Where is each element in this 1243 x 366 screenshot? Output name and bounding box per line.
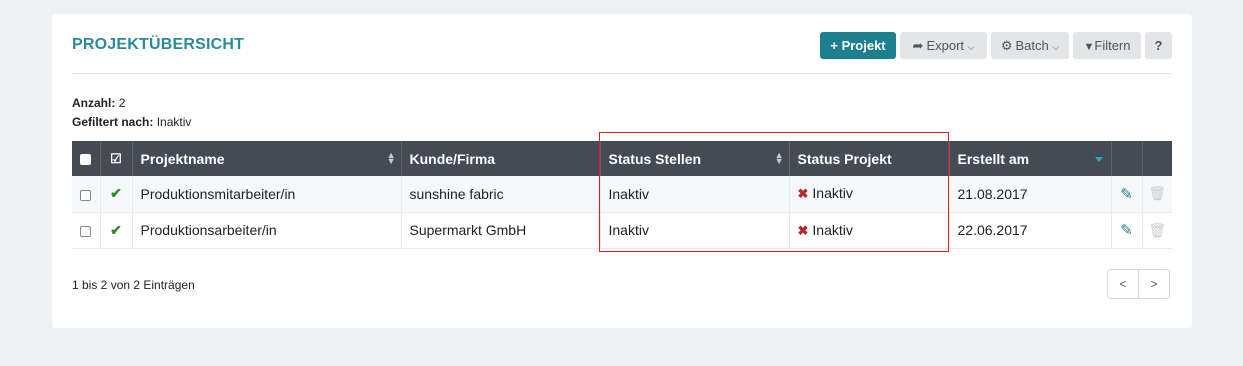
chevron-down-icon: ⌵ bbox=[967, 42, 975, 52]
cell-erstellt: 21.08.2017 bbox=[949, 176, 1112, 212]
cell-erstellt: 22.06.2017 bbox=[949, 212, 1112, 248]
next-page-button[interactable]: > bbox=[1138, 269, 1170, 299]
column-header-kunde[interactable]: Kunde/Firma bbox=[401, 141, 601, 176]
checkmark-icon: ✔ bbox=[110, 221, 122, 238]
status-check-header: ☑ bbox=[100, 141, 133, 176]
edit-cell: ✎ bbox=[1111, 212, 1143, 248]
checkmark-icon: ✔ bbox=[110, 185, 122, 202]
filter-icon: ▼ bbox=[1083, 41, 1095, 53]
sort-desc-icon bbox=[1094, 157, 1103, 162]
sort-icon: ▲ ▼ bbox=[774, 150, 784, 166]
new-project-button[interactable]: + Projekt bbox=[820, 32, 896, 59]
row-checkbox[interactable] bbox=[80, 225, 92, 237]
table-row[interactable]: ✔ Produktionsmitarbeiter/in sunshine fab… bbox=[72, 176, 1172, 212]
help-button[interactable]: ? bbox=[1145, 32, 1172, 59]
x-mark-icon: ✖ bbox=[797, 186, 809, 202]
pagination-info: 1 bis 2 von 2 Einträgen bbox=[72, 278, 195, 292]
active-cell: ✔ bbox=[100, 176, 133, 212]
cell-status-stellen: Inaktiv bbox=[600, 176, 790, 212]
select-all-checkbox[interactable] bbox=[80, 154, 92, 166]
column-header-erstellt[interactable]: Erstellt am bbox=[949, 141, 1112, 176]
status-projekt-value: Inaktiv bbox=[812, 221, 853, 238]
status-projekt-value: Inaktiv bbox=[812, 185, 853, 202]
select-all-header bbox=[72, 141, 101, 176]
batch-label: Batch bbox=[1015, 38, 1049, 53]
project-overview-card: PROJEKTÜBERSICHT + Projekt ➦ Export ⌵ ⚙ Ba… bbox=[52, 14, 1192, 328]
batch-button[interactable]: ⚙ Batch ⌵ bbox=[991, 32, 1069, 59]
column-header-projektname[interactable]: Projektname ▲ ▼ bbox=[132, 141, 402, 176]
column-label: Erstellt am bbox=[957, 150, 1030, 167]
count-value: 2 bbox=[118, 96, 126, 110]
cell-projektname: Produktionsmitarbeiter/in bbox=[132, 176, 402, 212]
page-title: PROJEKTÜBERSICHT bbox=[72, 36, 245, 53]
column-header-status-stellen[interactable]: Status Stellen ▲ ▼ bbox=[600, 141, 790, 176]
row-select-cell bbox=[72, 176, 101, 212]
column-label: Status Projekt bbox=[797, 150, 892, 167]
gear-icon: ⚙ bbox=[1000, 38, 1013, 53]
table-header-row: ☑ Projektname ▲ ▼ Kunde/Firma Status Stel… bbox=[72, 141, 1172, 176]
delete-cell: 🗑 bbox=[1142, 176, 1172, 212]
checkbox-check-icon: ☑ bbox=[110, 151, 122, 166]
active-cell: ✔ bbox=[100, 212, 133, 248]
column-label: Status Stellen bbox=[608, 150, 702, 167]
delete-column-header bbox=[1142, 141, 1172, 176]
filter-summary-value: Inaktiv bbox=[156, 115, 192, 129]
export-button[interactable]: ➦ Export ⌵ bbox=[900, 32, 987, 59]
chevron-down-icon: ⌵ bbox=[1052, 42, 1060, 52]
x-mark-icon: ✖ bbox=[797, 222, 809, 238]
filter-summary: Gefiltert nach: Inaktiv bbox=[72, 115, 191, 129]
filter-button[interactable]: ▼Filtern bbox=[1073, 32, 1141, 59]
prev-page-button[interactable]: < bbox=[1107, 269, 1139, 299]
cell-status-projekt: ✖ Inaktiv bbox=[789, 176, 950, 212]
header-divider bbox=[72, 73, 1172, 74]
pencil-icon[interactable]: ✎ bbox=[1120, 186, 1133, 203]
pencil-icon[interactable]: ✎ bbox=[1120, 222, 1133, 239]
trash-icon[interactable]: 🗑 bbox=[1148, 222, 1166, 238]
edit-column-header bbox=[1111, 141, 1143, 176]
filter-label: Filtern bbox=[1094, 38, 1131, 53]
count-label: Anzahl: bbox=[72, 96, 116, 110]
table-row[interactable]: ✔ Produktionsarbeiter/in Supermarkt GmbH… bbox=[72, 212, 1172, 248]
column-label: Kunde/Firma bbox=[409, 150, 496, 167]
cell-kunde: sunshine fabric bbox=[401, 176, 601, 212]
projects-table: ☑ Projektname ▲ ▼ Kunde/Firma Status Stel… bbox=[72, 141, 1172, 249]
share-arrow-icon: ➦ bbox=[912, 38, 924, 53]
filter-summary-label: Gefiltert nach: bbox=[72, 115, 154, 129]
cell-projektname: Produktionsarbeiter/in bbox=[132, 212, 402, 248]
count-summary: Anzahl: 2 bbox=[72, 96, 125, 110]
sort-icon: ▲ ▼ bbox=[386, 150, 396, 166]
delete-cell: 🗑 bbox=[1142, 212, 1172, 248]
cell-kunde: Supermarkt GmbH bbox=[401, 212, 601, 248]
cell-status-projekt: ✖ Inaktiv bbox=[789, 212, 950, 248]
column-label: Projektname bbox=[140, 150, 225, 167]
column-header-status-projekt[interactable]: Status Projekt bbox=[789, 141, 950, 176]
trash-icon[interactable]: 🗑 bbox=[1148, 185, 1166, 201]
export-label: Export bbox=[926, 38, 965, 53]
row-select-cell bbox=[72, 212, 101, 248]
edit-cell: ✎ bbox=[1111, 176, 1143, 212]
row-checkbox[interactable] bbox=[80, 189, 92, 201]
cell-status-stellen: Inaktiv bbox=[600, 212, 790, 248]
